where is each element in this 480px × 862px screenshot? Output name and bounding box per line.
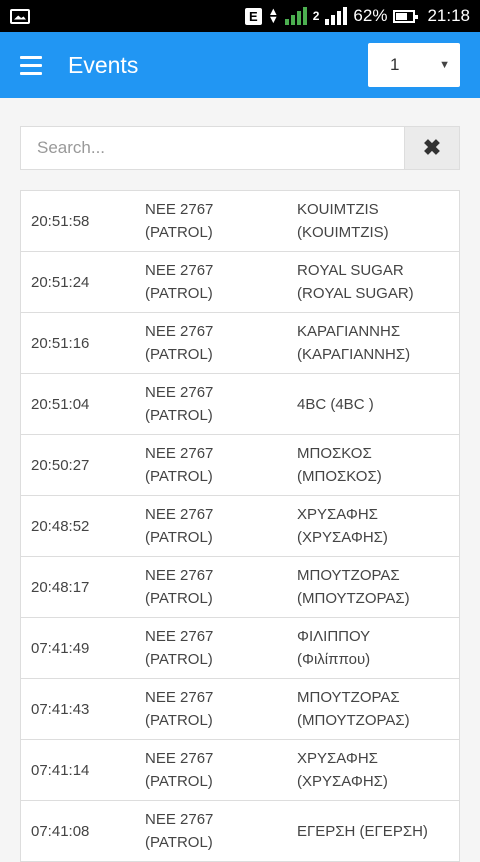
event-unit: ΝΕΕ 2767 (PATROL) <box>145 689 214 729</box>
event-location: ΦΙΛΙΠΠΟΥ (Φιλίππου) <box>297 628 371 668</box>
event-time: 20:51:24 <box>31 273 90 291</box>
event-location: ΜΠΟΣΚΟΣ (ΜΠΟΣΚΟΣ) <box>297 445 382 485</box>
event-unit: ΝΕΕ 2767 (PATROL) <box>145 201 214 241</box>
event-location: 4BC (4BC ) <box>297 395 374 413</box>
dropdown-caret-icon: ▼ <box>439 59 450 71</box>
events-table: 20:51:58 ΝΕΕ 2767 (PATROL) KOUIMTZIS (KOUI… <box>20 190 460 862</box>
sim2-label: 2 <box>312 9 320 23</box>
image-notification-icon <box>10 8 30 24</box>
event-time: 20:51:04 <box>31 395 90 413</box>
page-select-value: 1 <box>390 55 400 74</box>
close-icon: ✖ <box>422 135 442 160</box>
network-type-icon: E <box>244 7 262 25</box>
event-location: ΚΑΡΑΓΙΑΝΝΗΣ (ΚΑΡΑΓΙΑΝΝΗΣ) <box>297 323 411 363</box>
table-row[interactable]: 07:41:49 ΝΕΕ 2767 (PATROL) ΦΙΛΙΠΠΟΥ (Φιλίπ… <box>21 618 459 679</box>
table-row[interactable]: 20:51:04 ΝΕΕ 2767 (PATROL) 4BC (4BC ) <box>21 374 459 435</box>
table-row[interactable]: 20:51:58 ΝΕΕ 2767 (PATROL) KOUIMTZIS (KOUI… <box>21 191 459 252</box>
event-location: ΧΡΥΣΑΦΗΣ (ΧΡΥΣΑΦΗΣ) <box>297 750 388 790</box>
event-time: 07:41:14 <box>31 761 90 779</box>
hamburger-menu-icon[interactable] <box>20 55 42 75</box>
event-unit: ΝΕΕ 2767 (PATROL) <box>145 262 214 302</box>
table-row[interactable]: 20:48:52 ΝΕΕ 2767 (PATROL) ΧΡΥΣΑΦΗΣ (ΧΡΥΣΑ… <box>21 496 459 557</box>
page-select[interactable]: 1 ▼ <box>368 43 460 87</box>
table-row[interactable]: 20:50:27 ΝΕΕ 2767 (PATROL) ΜΠΟΣΚΟΣ (ΜΠΟΣΚΟ… <box>21 435 459 496</box>
event-unit: ΝΕΕ 2767 (PATROL) <box>145 750 214 790</box>
event-time: 07:41:43 <box>31 700 90 718</box>
search-input[interactable] <box>21 127 404 169</box>
data-activity-icon: ▲ ▼ <box>267 6 279 26</box>
event-time: 20:50:27 <box>31 456 90 474</box>
status-bar: E ▲ ▼ 2 62% 21:18 <box>0 0 480 32</box>
event-time: 20:48:52 <box>31 517 90 535</box>
table-row[interactable]: 07:41:08 ΝΕΕ 2767 (PATROL) ΕΓΕΡΣΗ (ΕΓΕΡΣΗ… <box>21 801 459 861</box>
event-time: 20:51:58 <box>31 212 90 230</box>
app-bar: Events 1 ▼ <box>0 32 480 98</box>
search-bar: ✖ <box>20 126 460 170</box>
event-location: KOUIMTZIS (KOUIMTZIS) <box>297 201 389 241</box>
signal-sim1-icon <box>284 7 307 25</box>
table-row[interactable]: 20:51:24 ΝΕΕ 2767 (PATROL) ROYAL SUGAR (RO… <box>21 252 459 313</box>
event-location: ROYAL SUGAR (ROYAL SUGAR) <box>297 262 414 302</box>
event-unit: ΝΕΕ 2767 (PATROL) <box>145 506 214 546</box>
event-unit: ΝΕΕ 2767 (PATROL) <box>145 445 214 485</box>
event-location: ΕΓΕΡΣΗ (ΕΓΕΡΣΗ) <box>297 822 428 840</box>
event-time: 20:51:16 <box>31 334 90 352</box>
battery-icon <box>393 9 419 23</box>
event-unit: ΝΕΕ 2767 (PATROL) <box>145 323 214 363</box>
event-time: 07:41:49 <box>31 639 90 657</box>
table-row[interactable]: 20:51:16 ΝΕΕ 2767 (PATROL) ΚΑΡΑΓΙΑΝΝΗΣ (ΚΑ… <box>21 313 459 374</box>
event-unit: ΝΕΕ 2767 (PATROL) <box>145 628 214 668</box>
clear-search-button[interactable]: ✖ <box>404 127 459 169</box>
event-time: 07:41:08 <box>31 822 90 840</box>
clock: 21:18 <box>427 6 470 25</box>
page-title: Events <box>68 51 139 78</box>
table-row[interactable]: 20:48:17 ΝΕΕ 2767 (PATROL) ΜΠΟΥΤΖΟΡΑΣ (ΜΠΟ… <box>21 557 459 618</box>
event-location: ΜΠΟΥΤΖΟΡΑΣ (ΜΠΟΥΤΖΟΡΑΣ) <box>297 567 410 607</box>
event-location: ΧΡΥΣΑΦΗΣ (ΧΡΥΣΑΦΗΣ) <box>297 506 388 546</box>
table-row[interactable]: 07:41:43 ΝΕΕ 2767 (PATROL) ΜΠΟΥΤΖΟΡΑΣ (ΜΠΟ… <box>21 679 459 740</box>
battery-percent: 62% <box>353 6 388 25</box>
event-unit: ΝΕΕ 2767 (PATROL) <box>145 811 214 851</box>
event-unit: ΝΕΕ 2767 (PATROL) <box>145 567 214 607</box>
event-time: 20:48:17 <box>31 578 90 596</box>
event-unit: ΝΕΕ 2767 (PATROL) <box>145 384 214 424</box>
table-row[interactable]: 07:41:14 ΝΕΕ 2767 (PATROL) ΧΡΥΣΑΦΗΣ (ΧΡΥΣΑ… <box>21 740 459 801</box>
event-location: ΜΠΟΥΤΖΟΡΑΣ (ΜΠΟΥΤΖΟΡΑΣ) <box>297 689 410 729</box>
signal-sim2-icon <box>325 7 348 25</box>
